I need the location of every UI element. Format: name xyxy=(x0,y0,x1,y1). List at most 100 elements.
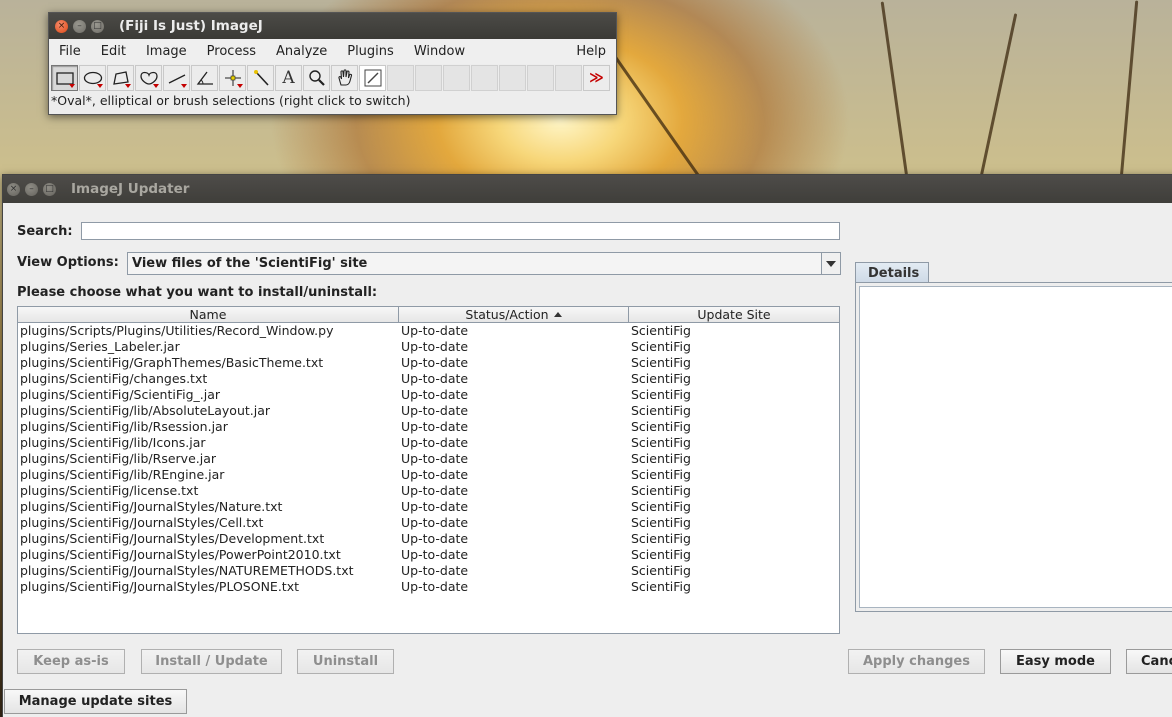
fiji-menubar: File Edit Image Process Analyze Plugins … xyxy=(49,39,616,64)
menu-file[interactable]: File xyxy=(49,44,91,59)
fiji-toolbar: A ≫ xyxy=(49,64,616,92)
table-row[interactable]: plugins/ScientiFig/ScientiFig_.jar Up-to-… xyxy=(18,387,839,403)
more-tools-button[interactable]: ≫ xyxy=(583,65,610,91)
menu-edit[interactable]: Edit xyxy=(91,44,136,59)
dropdown-arrow-button[interactable] xyxy=(821,253,840,274)
update-site-cell: ScientiFig xyxy=(631,435,691,450)
hand-tool-button[interactable] xyxy=(331,65,358,91)
maximize-window-button[interactable]: □ xyxy=(43,182,56,196)
table-row[interactable]: plugins/ScientiFig/lib/Rsession.jar Up-to… xyxy=(18,419,839,435)
table-row[interactable]: plugins/ScientiFig/JournalStyles/NATUREM… xyxy=(18,563,839,579)
update-site-cell: ScientiFig xyxy=(631,323,691,338)
magnifier-icon xyxy=(308,70,325,86)
table-row[interactable]: plugins/ScientiFig/changes.txt Up-to-date… xyxy=(18,371,839,387)
table-row[interactable]: plugins/ScientiFig/JournalStyles/PLOSONE… xyxy=(18,579,839,595)
empty-tool-slot[interactable] xyxy=(443,65,470,91)
file-name-cell: plugins/ScientiFig/JournalStyles/Nature.… xyxy=(20,499,283,514)
empty-tool-slot[interactable] xyxy=(471,65,498,91)
update-site-cell: ScientiFig xyxy=(631,499,691,514)
table-row[interactable]: plugins/ScientiFig/JournalStyles/Cell.tx… xyxy=(18,515,839,531)
empty-tool-slot[interactable] xyxy=(499,65,526,91)
magnifier-tool-button[interactable] xyxy=(303,65,330,91)
table-row[interactable]: plugins/ScientiFig/lib/REngine.jar Up-to-… xyxy=(18,467,839,483)
minimize-window-button[interactable]: – xyxy=(25,182,38,196)
update-site-cell: ScientiFig xyxy=(631,387,691,402)
column-header-update-site[interactable]: Update Site xyxy=(629,307,839,322)
column-header-name[interactable]: Name xyxy=(18,307,399,322)
empty-tool-slot[interactable] xyxy=(555,65,582,91)
update-site-cell: ScientiFig xyxy=(631,403,691,418)
table-row[interactable]: plugins/Scripts/Plugins/Utilities/Record… xyxy=(18,323,839,339)
polygon-tool-button[interactable] xyxy=(107,65,134,91)
search-label: Search: xyxy=(17,224,73,239)
column-header-status[interactable]: Status/Action xyxy=(399,307,629,322)
oval-tool-button[interactable] xyxy=(79,65,106,91)
keep-as-is-button[interactable]: Keep as-is xyxy=(17,649,125,674)
update-site-cell: ScientiFig xyxy=(631,515,691,530)
update-site-cell: ScientiFig xyxy=(631,419,691,434)
menu-window[interactable]: Window xyxy=(404,44,475,59)
table-row[interactable]: plugins/ScientiFig/lib/Rserve.jar Up-to-d… xyxy=(18,451,839,467)
double-chevron-right-icon: ≫ xyxy=(589,70,604,86)
file-name-cell: plugins/ScientiFig/JournalStyles/NATUREM… xyxy=(20,563,354,578)
status-cell: Up-to-date xyxy=(401,579,469,594)
rectangle-tool-button[interactable] xyxy=(51,65,78,91)
table-row[interactable]: plugins/ScientiFig/JournalStyles/Develop… xyxy=(18,531,839,547)
menu-plugins[interactable]: Plugins xyxy=(337,44,404,59)
table-row[interactable]: plugins/Series_Labeler.jar Up-to-date Scie… xyxy=(18,339,839,355)
point-tool-button[interactable] xyxy=(219,65,246,91)
angle-tool-button[interactable] xyxy=(191,65,218,91)
details-text-area[interactable] xyxy=(859,286,1172,608)
view-options-select[interactable]: View files of the 'ScientiFig' site xyxy=(127,252,841,275)
table-row[interactable]: plugins/ScientiFig/lib/AbsoluteLayout.ja… xyxy=(18,403,839,419)
close-window-button[interactable]: × xyxy=(7,182,20,196)
text-icon: A xyxy=(282,68,295,88)
easy-mode-button[interactable]: Easy mode xyxy=(1000,649,1111,674)
update-site-cell: ScientiFig xyxy=(631,371,691,386)
update-site-cell: ScientiFig xyxy=(631,483,691,498)
table-row[interactable]: plugins/ScientiFig/lib/Icons.jar Up-to-da… xyxy=(18,435,839,451)
status-cell: Up-to-date xyxy=(401,467,469,482)
maximize-window-button[interactable]: □ xyxy=(91,19,104,33)
tab-details[interactable]: Details xyxy=(855,262,929,283)
manage-update-sites-button[interactable]: Manage update sites xyxy=(4,689,187,714)
update-site-cell: ScientiFig xyxy=(631,579,691,594)
menu-image[interactable]: Image xyxy=(136,44,197,59)
background-stalk xyxy=(980,13,1018,176)
empty-tool-slot[interactable] xyxy=(387,65,414,91)
table-header: Name Status/Action Update Site xyxy=(18,307,839,323)
column-header-label: Update Site xyxy=(697,307,771,322)
background-stalk xyxy=(1120,0,1139,176)
table-row[interactable]: plugins/ScientiFig/JournalStyles/PowerPo… xyxy=(18,547,839,563)
close-window-button[interactable]: × xyxy=(55,19,68,33)
table-row[interactable]: plugins/ScientiFig/license.txt Up-to-date… xyxy=(18,483,839,499)
fiji-main-window: × – □ (Fiji Is Just) ImageJ File Edit Im… xyxy=(48,12,617,115)
minimize-window-button[interactable]: – xyxy=(73,19,86,33)
background-stalk xyxy=(880,1,908,176)
text-tool-button[interactable]: A xyxy=(275,65,302,91)
menu-help[interactable]: Help xyxy=(566,44,616,59)
cancel-button[interactable]: Cancel xyxy=(1126,649,1172,674)
wand-tool-button[interactable] xyxy=(247,65,274,91)
install-update-button[interactable]: Install / Update xyxy=(141,649,282,674)
file-name-cell: plugins/ScientiFig/JournalStyles/Cell.tx… xyxy=(20,515,264,530)
line-tool-button[interactable] xyxy=(163,65,190,91)
freehand-tool-button[interactable] xyxy=(135,65,162,91)
status-cell: Up-to-date xyxy=(401,499,469,514)
update-site-cell: ScientiFig xyxy=(631,563,691,578)
empty-tool-slot[interactable] xyxy=(527,65,554,91)
apply-changes-button[interactable]: Apply changes xyxy=(848,649,985,674)
menu-process[interactable]: Process xyxy=(197,44,266,59)
table-row[interactable]: plugins/ScientiFig/GraphThemes/BasicThem… xyxy=(18,355,839,371)
update-site-cell: ScientiFig xyxy=(631,355,691,370)
menu-analyze[interactable]: Analyze xyxy=(266,44,337,59)
updater-titlebar[interactable]: × – □ ImageJ Updater xyxy=(3,175,1172,203)
empty-tool-slot[interactable] xyxy=(415,65,442,91)
uninstall-button[interactable]: Uninstall xyxy=(297,649,394,674)
color-picker-tool-button[interactable] xyxy=(359,65,386,91)
fiji-titlebar[interactable]: × – □ (Fiji Is Just) ImageJ xyxy=(49,13,616,39)
dropper-icon xyxy=(364,69,381,87)
status-cell: Up-to-date xyxy=(401,339,469,354)
table-row[interactable]: plugins/ScientiFig/JournalStyles/Nature.… xyxy=(18,499,839,515)
search-input[interactable] xyxy=(81,222,840,240)
